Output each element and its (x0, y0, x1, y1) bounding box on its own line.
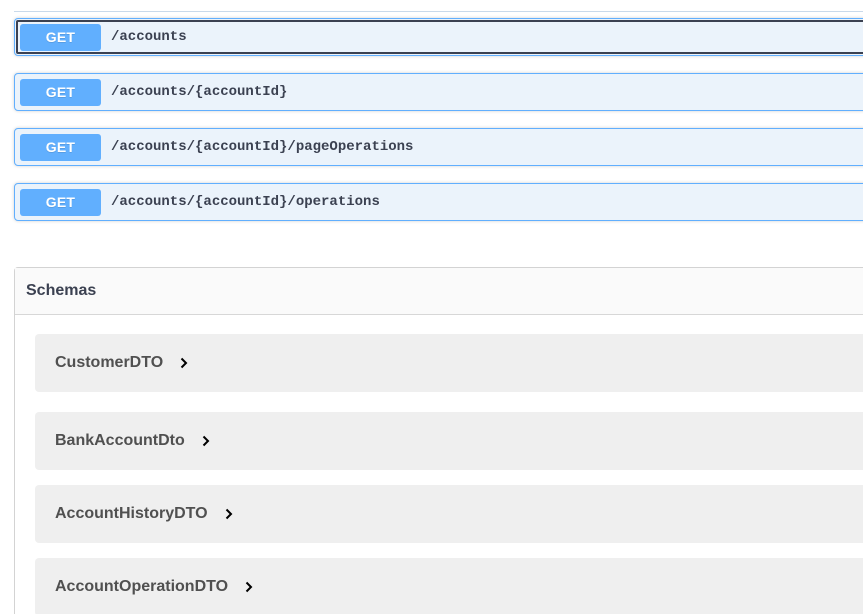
chevron-right-icon (244, 580, 254, 594)
operation-path: /accounts (111, 29, 187, 45)
operation-get-account-by-id[interactable]: GET /accounts/{accountId} (14, 73, 863, 111)
chevron-right-icon (179, 356, 189, 370)
schema-name: BankAccountDto (55, 432, 185, 449)
schema-item-bank-account-dto[interactable]: BankAccountDto (35, 412, 863, 470)
operation-path: /accounts/{accountId} (111, 84, 288, 100)
schema-name: AccountOperationDTO (55, 578, 229, 595)
schema-item-customer-dto[interactable]: CustomerDTO (35, 334, 863, 392)
method-badge: GET (20, 23, 101, 51)
schema-name: AccountHistoryDTO (55, 505, 208, 522)
schemas-title: Schemas (26, 282, 97, 299)
operation-get-account-page-operations[interactable]: GET /accounts/{accountId}/pageOperations (14, 128, 863, 166)
schema-item-account-operation-dto[interactable]: AccountOperationDTO (35, 558, 863, 614)
method-badge: GET (20, 133, 101, 161)
operation-get-accounts[interactable]: GET /accounts (14, 18, 863, 56)
operation-path: /accounts/{accountId}/pageOperations (111, 139, 414, 155)
method-badge: GET (20, 188, 101, 216)
operation-path: /accounts/{accountId}/operations (111, 194, 380, 210)
schema-name: CustomerDTO (55, 354, 164, 371)
schemas-section: Schemas CustomerDTO BankAccountDto Accou… (14, 267, 863, 614)
schema-item-account-history-dto[interactable]: AccountHistoryDTO (35, 485, 863, 543)
method-badge: GET (20, 78, 101, 106)
chevron-right-icon (224, 507, 234, 521)
operation-get-account-operations[interactable]: GET /accounts/{accountId}/operations (14, 183, 863, 221)
chevron-right-icon (201, 434, 211, 448)
section-divider (14, 11, 863, 12)
schemas-header[interactable]: Schemas (15, 268, 863, 315)
